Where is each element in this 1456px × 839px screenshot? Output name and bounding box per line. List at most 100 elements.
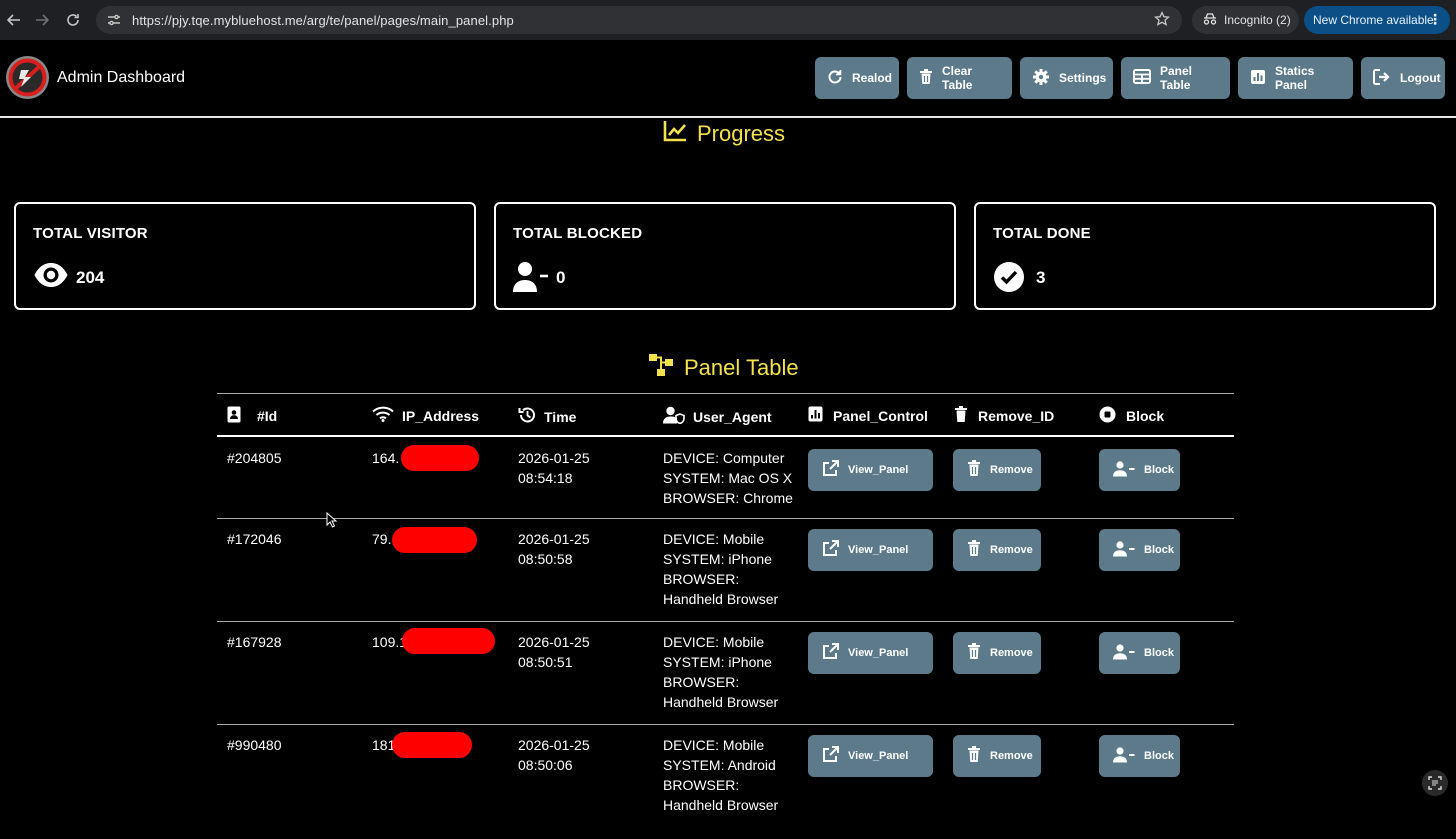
block-button[interactable]: Block bbox=[1099, 529, 1180, 571]
redaction-mark bbox=[401, 445, 479, 471]
column-header-user-agent: User_Agent bbox=[663, 406, 772, 427]
panel-table-label: Panel Table bbox=[1160, 64, 1193, 92]
gear-icon bbox=[1032, 68, 1050, 89]
sitemap-icon bbox=[648, 353, 674, 383]
row-time: 2026-01-25 08:50:51 bbox=[518, 632, 590, 672]
column-header-ip: IP_Address bbox=[372, 406, 479, 425]
row-time: 2026-01-25 08:54:18 bbox=[518, 448, 590, 488]
stat-label: TOTAL DONE bbox=[993, 225, 1091, 242]
stat-value: 0 bbox=[556, 268, 566, 287]
panel-table-heading: Panel Table bbox=[648, 353, 799, 383]
address-bar[interactable]: https://pjy.tqe.mybluehost.me/arg/te/pan… bbox=[96, 6, 1182, 34]
ua-line: DEVICE: Mobile bbox=[663, 531, 765, 547]
chrome-update-label: New Chrome available bbox=[1313, 13, 1434, 27]
panel-table-title: Panel Table bbox=[684, 355, 799, 380]
row-user-agent: DEVICE: Mobile SYSTEM: iPhone BROWSER: H… bbox=[663, 632, 778, 712]
ua-line: BROWSER: bbox=[663, 674, 740, 690]
ua-line: DEVICE: Mobile bbox=[663, 737, 765, 753]
row-user-agent: DEVICE: Computer SYSTEM: Mac OS X BROWSE… bbox=[663, 448, 793, 508]
row-time: 2026-01-25 08:50:58 bbox=[518, 529, 590, 569]
external-link-icon bbox=[822, 460, 839, 480]
remove-button[interactable]: Remove bbox=[953, 529, 1041, 571]
table-row: #204805 164. 2026-01-25 08:54:18 DEVICE:… bbox=[217, 437, 1234, 519]
url-text: https://pjy.tqe.mybluehost.me/arg/te/pan… bbox=[132, 12, 514, 28]
ua-line: SYSTEM: iPhone bbox=[663, 654, 772, 670]
remove-button[interactable]: Remove bbox=[953, 449, 1041, 491]
user-minus-icon bbox=[1113, 746, 1135, 766]
view-panel-button[interactable]: View_Panel bbox=[808, 529, 933, 571]
redaction-mark bbox=[392, 527, 477, 553]
row-time-text: 08:50:06 bbox=[518, 757, 573, 773]
brand-title: Admin Dashboard bbox=[57, 69, 186, 86]
remove-label: Remove bbox=[990, 647, 1033, 659]
user-minus-icon bbox=[1113, 460, 1135, 480]
forward-icon[interactable] bbox=[28, 6, 56, 34]
trash-icon bbox=[919, 68, 933, 88]
block-button[interactable]: Block bbox=[1099, 735, 1180, 777]
ua-line: BROWSER: bbox=[663, 777, 740, 793]
ua-line: Handheld Browser bbox=[663, 797, 779, 813]
remove-button[interactable]: Remove bbox=[953, 735, 1041, 777]
view-panel-button[interactable]: View_Panel bbox=[808, 449, 933, 491]
incognito-label: Incognito (2) bbox=[1224, 13, 1291, 27]
browser-toolbar: https://pjy.tqe.mybluehost.me/arg/te/pan… bbox=[0, 0, 1456, 40]
ua-line: BROWSER: bbox=[663, 571, 740, 587]
reload-label: Realod bbox=[852, 71, 893, 85]
user-shield-icon bbox=[663, 406, 685, 427]
clear-table-button[interactable]: Clear Table bbox=[907, 57, 1012, 99]
eye-icon bbox=[33, 261, 69, 294]
block-button[interactable]: Block bbox=[1099, 449, 1180, 491]
back-icon[interactable] bbox=[0, 6, 28, 34]
table-row: #172046 79. 2026-01-25 08:50:58 DEVICE: … bbox=[217, 519, 1234, 622]
wifi-icon bbox=[372, 406, 394, 425]
view-panel-label: View_Panel bbox=[848, 544, 909, 556]
reload-page-icon[interactable] bbox=[59, 6, 87, 34]
column-label: Block bbox=[1126, 408, 1165, 424]
trash-icon bbox=[967, 540, 981, 560]
ua-line: SYSTEM: Mac OS X bbox=[663, 470, 793, 486]
remove-label: Remove bbox=[990, 750, 1033, 762]
column-label: Time bbox=[544, 408, 577, 425]
bookmark-star-icon[interactable] bbox=[1153, 10, 1171, 32]
ua-line: SYSTEM: iPhone bbox=[663, 551, 772, 567]
stat-value: 3 bbox=[1036, 268, 1046, 287]
settings-button[interactable]: Settings bbox=[1020, 57, 1113, 99]
view-panel-label: View_Panel bbox=[848, 750, 909, 762]
block-button[interactable]: Block bbox=[1099, 632, 1180, 674]
ua-line: SYSTEM: Android bbox=[663, 757, 776, 773]
progress-heading: Progress bbox=[663, 120, 785, 148]
block-label: Block bbox=[1144, 544, 1174, 556]
line-chart-icon bbox=[663, 120, 687, 148]
ua-line: Handheld Browser bbox=[663, 694, 779, 710]
column-header-block: Block bbox=[1099, 406, 1164, 426]
external-link-icon bbox=[822, 540, 839, 560]
site-info-icon[interactable] bbox=[102, 8, 126, 32]
external-link-icon bbox=[822, 746, 839, 766]
reload-button[interactable]: Realod bbox=[815, 57, 899, 99]
row-time-text: 08:50:51 bbox=[518, 654, 573, 670]
progress-title: Progress bbox=[697, 121, 786, 146]
view-panel-button[interactable]: View_Panel bbox=[808, 735, 933, 777]
column-header-remove-id: Remove_ID bbox=[954, 406, 1054, 426]
logout-button[interactable]: Logout bbox=[1361, 57, 1445, 99]
block-label: Block bbox=[1144, 647, 1174, 659]
table-row: #167928 109.1 2026-01-25 08:50:51 DEVICE… bbox=[217, 622, 1234, 725]
ua-line: Handheld Browser bbox=[663, 591, 779, 607]
screen-capture-icon[interactable] bbox=[1422, 770, 1448, 796]
logout-label: Logout bbox=[1400, 71, 1441, 85]
incognito-indicator[interactable]: Incognito (2) bbox=[1192, 6, 1299, 34]
bar-chart-icon bbox=[1250, 69, 1266, 88]
chrome-update-button[interactable]: New Chrome available ⋮ bbox=[1304, 6, 1450, 34]
row-date-text: 2026-01-25 bbox=[518, 531, 590, 547]
statics-panel-button[interactable]: Statics Panel bbox=[1238, 57, 1353, 99]
table-header: #Id IP_Address Time User_Agent Panel_Con… bbox=[217, 393, 1234, 437]
more-menu-icon[interactable]: ⋮ bbox=[1428, 11, 1442, 28]
remove-button[interactable]: Remove bbox=[953, 632, 1041, 674]
trash-icon bbox=[954, 406, 968, 426]
user-minus-icon bbox=[1113, 540, 1135, 560]
remove-label: Remove bbox=[990, 544, 1033, 556]
view-panel-button[interactable]: View_Panel bbox=[808, 632, 933, 674]
incognito-icon bbox=[1202, 12, 1218, 29]
panel-table-button[interactable]: Panel Table bbox=[1121, 57, 1230, 99]
reload-icon bbox=[827, 69, 843, 88]
